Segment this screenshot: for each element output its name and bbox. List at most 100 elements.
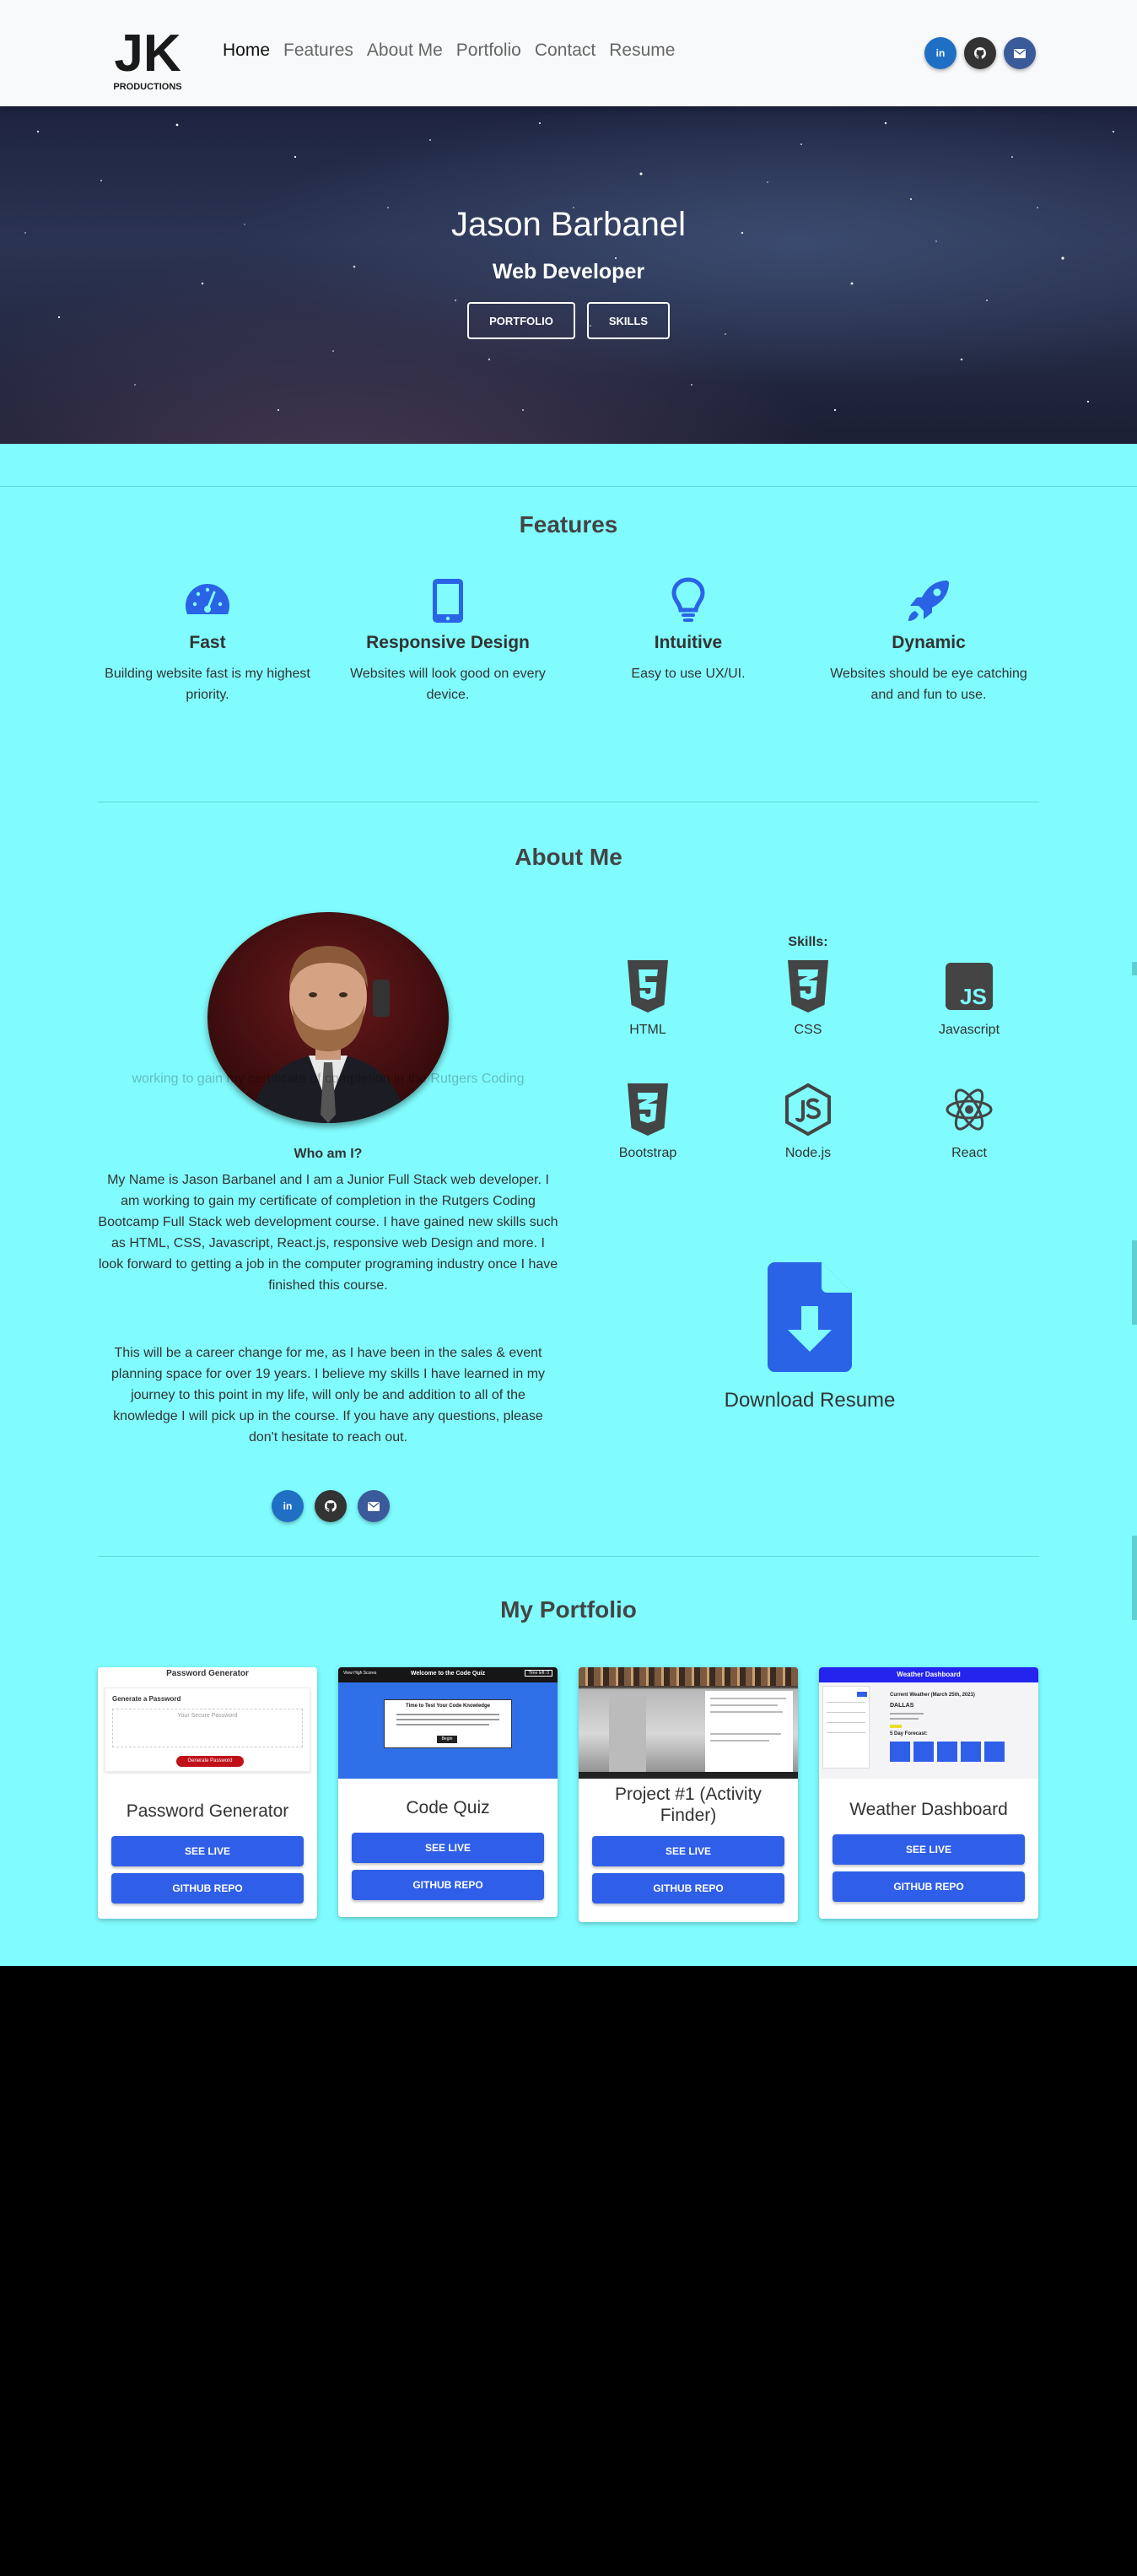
thumb-line (396, 1714, 499, 1715)
thumb-line (827, 1732, 865, 1733)
skill-label: HTML (629, 1023, 666, 1037)
thumb-panel (609, 1691, 646, 1774)
thumb-box-title: Time to Test Your Code Knowledge (406, 1704, 490, 1709)
thumb-button: Begin (437, 1736, 457, 1743)
features-title: Features (519, 511, 618, 537)
edge-artifact (1132, 1536, 1137, 1620)
skill-bootstrap: Bootstrap (589, 1083, 707, 1161)
navbar: JK PRODUCTIONS Home Features About Me Po… (0, 0, 1137, 106)
hero-banner: Jason Barbanel Web Developer PORTFOLIO S… (0, 106, 1137, 444)
edge-artifact (1132, 1240, 1137, 1325)
github-glyph (974, 47, 986, 59)
envelope-glyph (368, 1501, 380, 1511)
hero-subtitle: Web Developer (492, 260, 645, 284)
nav-about[interactable]: About Me (367, 41, 443, 61)
feature-title: Intuitive (654, 633, 723, 652)
envelope-icon[interactable] (358, 1490, 390, 1522)
nav-links: Home Features About Me Portfolio Contact… (223, 41, 688, 61)
github-icon[interactable] (964, 37, 996, 69)
linkedin-text: in (283, 1500, 293, 1512)
thumb-search-btn (857, 1692, 867, 1697)
divider (98, 1556, 1039, 1557)
thumb-topbar: View High Scores Welcome to the Code Qui… (338, 1667, 558, 1682)
nodejs-icon (785, 1083, 831, 1136)
linkedin-icon[interactable]: in (924, 37, 956, 69)
project-card-activity-finder: Project #1 (Activity Finder) SEE LIVE GI… (579, 1667, 798, 1922)
thumb-line (827, 1722, 865, 1723)
thumb-line (396, 1719, 499, 1720)
skill-html: HTML (589, 960, 707, 1038)
html5-icon (628, 960, 668, 1013)
download-resume-link[interactable]: Download Resume (692, 1262, 928, 1412)
thumb-uv-badge (890, 1725, 902, 1728)
project-title: Password Generator (126, 1801, 289, 1821)
file-download-icon (768, 1262, 852, 1372)
about-title: About Me (515, 844, 622, 870)
skills-label: Skills: (788, 935, 828, 949)
thumb-box: Time to Test Your Code Knowledge Begin (384, 1699, 512, 1748)
see-live-button[interactable]: SEE LIVE (111, 1836, 304, 1866)
skill-label: Node.js (784, 1146, 832, 1160)
lightbulb-icon (671, 577, 705, 622)
github-repo-button[interactable]: GITHUB REPO (833, 1871, 1025, 1902)
project-thumbnail (579, 1667, 798, 1779)
project-thumbnail: Password Generator Generate a Password Y… (98, 1667, 317, 1779)
javascript-icon: JS (946, 963, 993, 1010)
nav-social: in (924, 37, 1036, 69)
github-repo-button[interactable]: GITHUB REPO (352, 1870, 544, 1900)
github-repo-button[interactable]: GITHUB REPO (592, 1873, 784, 1904)
github-repo-button[interactable]: GITHUB REPO (111, 1873, 304, 1904)
edge-artifact (1132, 962, 1137, 975)
tablet-icon (433, 579, 463, 623)
thumb-sidebar (822, 1686, 870, 1769)
nav-resume[interactable]: Resume (609, 41, 675, 61)
github-icon[interactable] (315, 1490, 347, 1522)
main-content: Features Fast Building website fast is m… (0, 444, 1137, 1966)
project-card-weather-dashboard: Weather Dashboard Current Weather (March… (819, 1667, 1038, 1919)
thumb-header: Weather Dashboard (819, 1667, 1038, 1682)
bootstrap-icon (628, 1083, 668, 1136)
thumb-forecast-day (890, 1742, 910, 1762)
thumb-line (710, 1698, 786, 1699)
skill-label: Bootstrap (618, 1146, 677, 1160)
profile-photo (207, 912, 449, 1123)
thumb-line (827, 1712, 865, 1713)
speedometer-icon (186, 584, 229, 614)
thumb-line (827, 1702, 865, 1703)
thumb-header-image (579, 1667, 798, 1686)
portfolio-button[interactable]: PORTFOLIO (467, 302, 575, 339)
thumb-panel (705, 1691, 793, 1774)
feature-text: Websites should be eye catching and and … (830, 667, 1027, 702)
nav-portfolio[interactable]: Portfolio (456, 41, 521, 61)
divider (0, 486, 1137, 487)
logo-text: JK (114, 24, 181, 83)
skill-nodejs: Node.js (749, 1083, 867, 1161)
nav-contact[interactable]: Contact (535, 41, 595, 61)
see-live-button[interactable]: SEE LIVE (352, 1833, 544, 1863)
feature-text: Easy to use UX/UI. (631, 667, 746, 681)
thumb-sub: Generate a Password (112, 1695, 181, 1703)
skill-react: React (910, 1083, 1028, 1161)
logo[interactable]: JK PRODUCTIONS (107, 22, 188, 93)
hero-title: Jason Barbanel (451, 206, 686, 243)
envelope-icon[interactable] (1004, 37, 1036, 69)
css3-icon (788, 960, 828, 1013)
feature-fast: Fast Building website fast is my highest… (98, 575, 317, 705)
nav-features[interactable]: Features (283, 41, 353, 61)
feature-text: Building website fast is my highest prio… (105, 667, 310, 702)
thumb-line (710, 1740, 769, 1742)
rocket-icon (908, 581, 949, 621)
project-card-code-quiz: View High Scores Welcome to the Code Qui… (338, 1667, 558, 1917)
see-live-button[interactable]: SEE LIVE (833, 1834, 1025, 1865)
skill-label: Javascript (938, 1023, 1000, 1037)
skill-css: CSS (749, 960, 867, 1038)
thumb-forecast-day (984, 1742, 1005, 1762)
nav-home[interactable]: Home (223, 41, 270, 61)
thumb-forecast-day (937, 1742, 957, 1762)
skills-button[interactable]: SKILLS (587, 302, 670, 339)
about-paragraph-1: My Name is Jason Barbanel and I am a Jun… (98, 1173, 558, 1293)
linkedin-icon[interactable]: in (272, 1490, 304, 1522)
see-live-button[interactable]: SEE LIVE (592, 1836, 784, 1866)
project-thumbnail: Weather Dashboard Current Weather (March… (819, 1667, 1038, 1779)
skill-label: CSS (794, 1023, 822, 1037)
